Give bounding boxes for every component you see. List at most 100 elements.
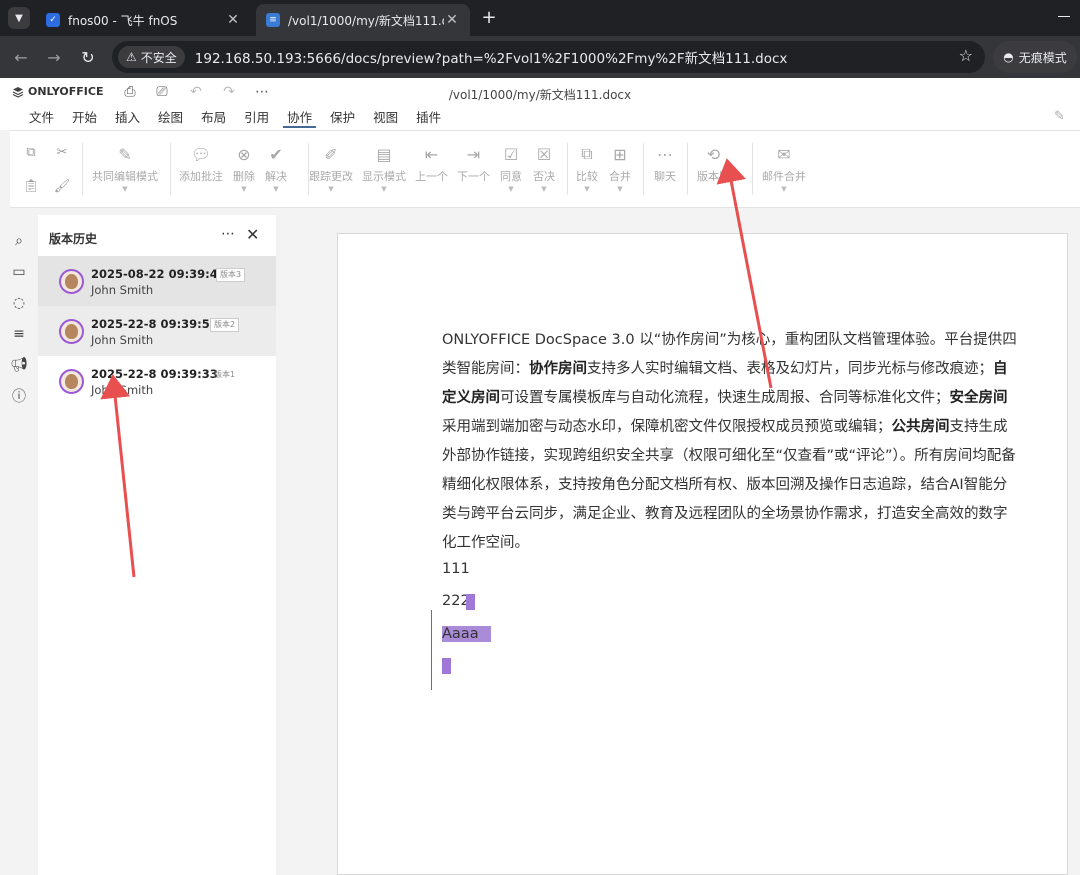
menu-draw[interactable]: 绘图 [149, 107, 192, 129]
previous-change-icon: ⇤ [424, 144, 439, 164]
close-tab-icon[interactable]: ✕ [444, 12, 460, 28]
paste-icon[interactable]: 📋︎ [22, 177, 40, 195]
version-item[interactable]: 2025-22-8 09:39:54 版本2 John Smith [38, 306, 276, 356]
address-bar[interactable]: ⚠ 不安全 192.168.50.193:5666/docs/preview?p… [112, 41, 985, 73]
version-author: John Smith [91, 383, 154, 397]
text-caret [431, 610, 432, 690]
feedback-icon[interactable]: 📢︎ [9, 355, 29, 375]
menu-references[interactable]: 引用 [235, 107, 278, 129]
next-change-icon: ⇥ [466, 144, 481, 164]
warning-icon: ⚠ [126, 50, 137, 64]
menu-layout[interactable]: 布局 [192, 107, 235, 129]
close-icon[interactable]: ✕ [246, 225, 259, 244]
menu-view[interactable]: 视图 [364, 107, 407, 129]
back-arrow-icon[interactable]: ← [9, 45, 33, 69]
chat-button[interactable]: ⋯ 聊天 [654, 143, 676, 203]
about-info-icon[interactable]: ⓘ [9, 386, 29, 406]
version-item[interactable]: 2025-22-8 09:39:33 版本1 John Smith [38, 356, 276, 406]
previous-change-button[interactable]: ⇤ 上一个 [415, 143, 448, 203]
browser-tab-bar: ▼ ✓ fnos00 - 飞牛 fnOS ✕ ≡ /vol1/1000/my/新… [0, 0, 1080, 36]
new-tab-button[interactable]: + [478, 6, 500, 28]
security-indicator[interactable]: ⚠ 不安全 [118, 46, 185, 68]
ribbon-divider [687, 143, 688, 195]
tab-title: fnos00 - 飞牛 fnOS [68, 13, 178, 28]
chevron-down-icon: ▼ [541, 185, 547, 193]
document-paragraph[interactable]: ONLYOFFICE DocSpace 3.0 以“协作房间”为核心，重构团队文… [442, 326, 1017, 558]
copy-icon[interactable]: ⧉ [22, 143, 40, 161]
resolve-comment-button[interactable]: ✔ 解决 ▼ [265, 143, 287, 203]
combine-button[interactable]: ⊞ 合并 ▼ [609, 143, 631, 203]
track-changes-label: 跟踪更改 [309, 170, 353, 183]
reject-change-icon: ☒ [536, 144, 552, 164]
panel-title: 版本历史 [49, 232, 98, 246]
reload-icon[interactable]: ↻ [76, 45, 100, 69]
menu-plugins[interactable]: 插件 [407, 107, 450, 129]
compare-button[interactable]: ⧉ 比较 ▼ [576, 143, 598, 203]
reject-change-button[interactable]: ☒ 否决 ▼ [533, 143, 555, 203]
co-edit-mode-button[interactable]: ✎ 共同编辑模式 ▼ [92, 143, 158, 203]
mail-merge-button[interactable]: ✉ 邮件合并 ▼ [762, 143, 806, 203]
ribbon-divider [82, 143, 83, 195]
menu-collaboration[interactable]: 协作 [278, 107, 321, 129]
add-comment-button[interactable]: 💬︎ 添加批注 [179, 143, 223, 203]
version-date: 2025-08-22 09:39:46 [91, 267, 226, 281]
menu-home[interactable]: 开始 [63, 107, 106, 129]
display-mode-label: 显示模式 [362, 170, 406, 183]
highlighted-line[interactable]: Aaaa [442, 626, 491, 642]
accept-change-button[interactable]: ☑ 同意 ▼ [500, 143, 522, 203]
avatar [59, 369, 84, 394]
delete-comment-button[interactable]: ⊗ 删除 ▼ [233, 143, 255, 203]
menu-protection[interactable]: 保护 [321, 107, 364, 129]
paragraph-text: 支持生成外部协作链接，实现跨组织安全共享（权限可细化至“仅查看”或“评论”）。所… [442, 419, 1016, 551]
format-painter-icon[interactable]: 🖌︎ [53, 177, 71, 195]
document-line[interactable]: 111 [442, 561, 470, 577]
co-edit-icon: ✎ [118, 144, 132, 164]
resolve-label: 解决 [265, 170, 287, 183]
avatar [59, 269, 84, 294]
accept-label: 同意 [500, 170, 522, 183]
cut-icon[interactable]: ✂ [53, 143, 71, 161]
forward-arrow-icon[interactable]: → [42, 45, 66, 69]
minimize-icon[interactable] [1056, 8, 1072, 24]
tab-title: /vol1/1000/my/新文档111.do [288, 13, 444, 28]
document-page[interactable]: ONLYOFFICE DocSpace 3.0 以“协作房间”为核心，重构团队文… [337, 233, 1068, 875]
reject-label: 否决 [533, 170, 555, 183]
comments-icon[interactable]: ▭ [9, 262, 29, 282]
browser-tab-document[interactable]: ≡ /vol1/1000/my/新文档111.do ✕ [256, 4, 470, 36]
track-changes-button[interactable]: ✐ 跟踪更改 ▼ [309, 143, 353, 203]
incognito-indicator[interactable]: ◓ 无痕模式 [993, 41, 1077, 73]
avatar [59, 319, 84, 344]
menu-file[interactable]: 文件 [20, 107, 63, 129]
chat-bubble-icon[interactable]: ◌ [9, 293, 29, 313]
tab-search-button[interactable]: ▼ [8, 7, 30, 29]
more-options-icon[interactable]: ⋯ [221, 226, 235, 242]
display-mode-icon: ▤ [376, 144, 392, 164]
add-comment-icon: 💬︎ [190, 144, 212, 164]
collaborator-cursor-highlight [466, 594, 475, 610]
version-badge: 版本1 [214, 370, 236, 379]
chevron-down-icon: ▼ [328, 185, 334, 193]
next-change-button[interactable]: ⇥ 下一个 [457, 143, 490, 203]
paragraph-text: 可设置专属模板库与自动化流程，快速生成周报、合同等标准化文件； [500, 390, 950, 406]
menu-insert[interactable]: 插入 [106, 107, 149, 129]
browser-tab-fnos[interactable]: ✓ fnos00 - 飞牛 fnOS ✕ [36, 4, 251, 36]
version-item[interactable]: 2025-08-22 09:39:46 版本3 John Smith [38, 256, 276, 306]
url-text[interactable]: 192.168.50.193:5666/docs/preview?path=%2… [195, 47, 788, 67]
version-history-button[interactable]: ⟲ 版本历 [697, 143, 730, 203]
chevron-down-icon: ▼ [273, 185, 279, 193]
edit-pen-icon[interactable]: ✎ [1054, 109, 1065, 124]
main-menu: 文件 开始 插入 绘图 布局 引用 协作 保护 视图 插件 [20, 107, 450, 129]
ribbon-divider [752, 143, 753, 195]
chat-label: 聊天 [654, 170, 676, 183]
version-author: John Smith [91, 283, 154, 297]
display-mode-button[interactable]: ▤ 显示模式 ▼ [362, 143, 406, 203]
search-icon[interactable]: ⌕ [9, 231, 29, 251]
version-author: John Smith [91, 333, 154, 347]
bold-text: 公共房间 [891, 419, 950, 435]
compare-label: 比较 [576, 170, 598, 183]
navigation-icon[interactable]: ≡ [9, 324, 29, 344]
incognito-icon: ◓ [1003, 50, 1014, 64]
bookmark-star-icon[interactable]: ☆ [959, 46, 973, 65]
close-tab-icon[interactable]: ✕ [225, 12, 241, 28]
accept-change-icon: ☑ [503, 144, 519, 164]
